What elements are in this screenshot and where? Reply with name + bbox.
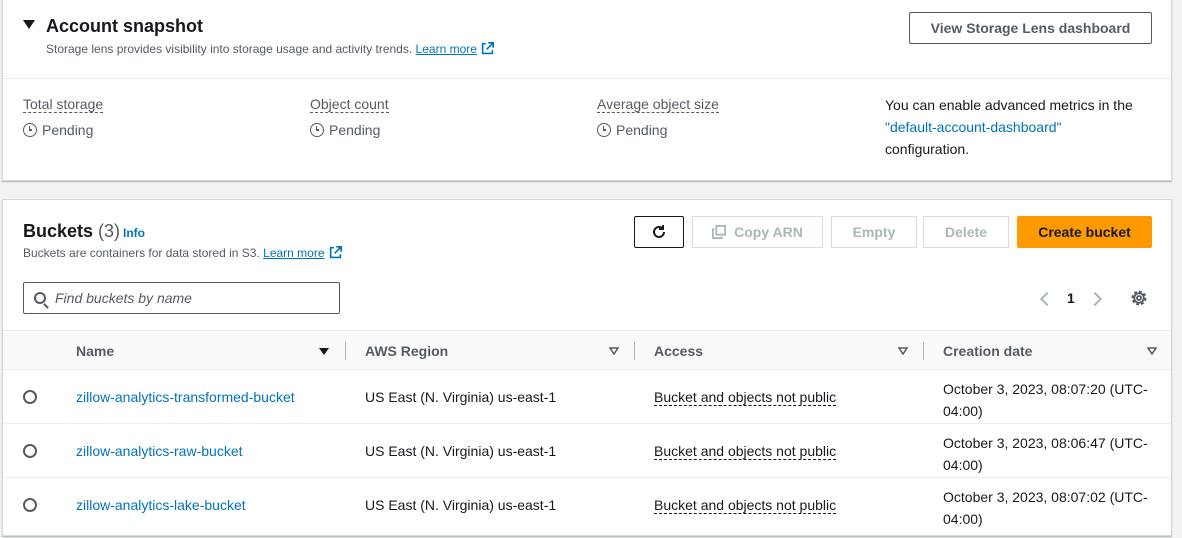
table-header: Name AWS Region Access Creation date (3, 330, 1171, 370)
bucket-creation-date: October 3, 2023, 08:06:47 (UTC- 04:00) (943, 432, 1158, 476)
metric-value: Pending (597, 122, 719, 138)
metric-value: Pending (310, 122, 389, 138)
empty-button[interactable]: Empty (831, 216, 917, 248)
metric-label[interactable]: Object count (310, 96, 389, 113)
column-header-creation-date[interactable]: Creation date (943, 343, 1032, 359)
external-link-icon[interactable] (481, 42, 494, 55)
metric-average-object-size: Average object size Pending (597, 96, 719, 138)
copy-icon (712, 225, 727, 239)
copy-arn-button[interactable]: Copy ARN (692, 216, 823, 248)
bucket-access[interactable]: Bucket and objects not public (654, 443, 837, 460)
pending-clock-icon (597, 123, 611, 137)
advanced-metrics-note: You can enable advanced metrics in the "… (885, 94, 1155, 160)
sort-icon[interactable] (898, 347, 908, 355)
advanced-metrics-prefix: You can enable advanced metrics in the (885, 97, 1133, 113)
buckets-title-text: Buckets (23, 221, 94, 241)
table-row: zillow-analytics-transformed-bucket US E… (3, 370, 1171, 424)
metric-total-storage: Total storage Pending (23, 96, 104, 138)
external-link-icon[interactable] (329, 246, 342, 259)
collapse-caret-icon[interactable] (23, 20, 35, 29)
row-select-radio[interactable] (23, 498, 37, 512)
account-snapshot-panel: Account snapshot Storage lens provides v… (2, 0, 1172, 181)
creation-date-line: October 3, 2023, 08:07:20 (UTC- (943, 381, 1148, 397)
row-select-radio[interactable] (23, 444, 37, 458)
metric-value: Pending (23, 122, 103, 138)
bucket-name-link[interactable]: zillow-analytics-transformed-bucket (76, 389, 295, 405)
metric-status: Pending (42, 122, 94, 138)
metric-status: Pending (616, 122, 668, 138)
metric-label[interactable]: Total storage (23, 96, 104, 113)
row-select-radio[interactable] (23, 390, 37, 404)
bucket-access[interactable]: Bucket and objects not public (654, 497, 837, 514)
refresh-icon (653, 225, 665, 238)
learn-more-link[interactable]: Learn more (416, 42, 477, 56)
creation-date-line: 04:00) (943, 403, 983, 419)
table-row: zillow-analytics-raw-bucket US East (N. … (3, 424, 1171, 478)
chevron-left-icon[interactable] (1039, 291, 1055, 307)
buckets-description-text: Buckets are containers for data stored i… (23, 246, 260, 260)
creation-date-line: October 3, 2023, 08:07:02 (UTC- (943, 489, 1148, 505)
delete-button[interactable]: Delete (923, 216, 1009, 248)
bucket-region: US East (N. Virginia) us-east-1 (365, 497, 557, 513)
current-page-number[interactable]: 1 (1067, 290, 1075, 306)
account-snapshot-header: Account snapshot Storage lens provides v… (3, 0, 1171, 79)
advanced-metrics-suffix: configuration. (885, 141, 970, 157)
copy-arn-label: Copy ARN (734, 224, 803, 240)
account-snapshot-description-text: Storage lens provides visibility into st… (46, 42, 413, 56)
metric-status: Pending (329, 122, 381, 138)
bucket-region: US East (N. Virginia) us-east-1 (365, 443, 557, 459)
buckets-description: Buckets are containers for data stored i… (23, 246, 342, 260)
gear-icon[interactable] (1130, 289, 1148, 307)
column-header-name[interactable]: Name (76, 343, 114, 359)
search-input[interactable] (55, 290, 325, 306)
bucket-creation-date: October 3, 2023, 08:07:20 (UTC- 04:00) (943, 378, 1158, 422)
column-divider[interactable] (634, 342, 635, 360)
bucket-name-link[interactable]: zillow-analytics-lake-bucket (76, 497, 246, 513)
bucket-creation-date: October 3, 2023, 08:07:02 (UTC- 04:00) (943, 486, 1158, 530)
create-bucket-button[interactable]: Create bucket (1017, 216, 1152, 248)
pending-clock-icon (23, 123, 37, 137)
search-icon (34, 292, 46, 304)
column-header-region[interactable]: AWS Region (365, 343, 448, 359)
metric-object-count: Object count Pending (310, 96, 389, 138)
sort-icon[interactable] (609, 347, 619, 355)
account-snapshot-description: Storage lens provides visibility into st… (46, 42, 494, 56)
pending-clock-icon (310, 123, 324, 137)
creation-date-line: 04:00) (943, 511, 983, 527)
find-buckets-search[interactable] (23, 282, 340, 314)
column-header-access[interactable]: Access (654, 343, 703, 359)
bucket-access[interactable]: Bucket and objects not public (654, 389, 837, 406)
info-link[interactable]: Info (123, 226, 145, 240)
buckets-panel: Buckets (3) Info Buckets are containers … (2, 199, 1172, 536)
creation-date-line: October 3, 2023, 08:06:47 (UTC- (943, 435, 1148, 451)
account-snapshot-title[interactable]: Account snapshot (46, 16, 203, 37)
buckets-title: Buckets (3) (23, 221, 120, 242)
column-divider[interactable] (923, 342, 924, 360)
default-account-dashboard-link[interactable]: "default-account-dashboard" (885, 119, 1062, 135)
chevron-right-icon[interactable] (1087, 291, 1103, 307)
refresh-button[interactable] (634, 216, 684, 248)
learn-more-link[interactable]: Learn more (263, 246, 324, 260)
table-row: zillow-analytics-lake-bucket US East (N.… (3, 478, 1171, 532)
view-storage-lens-dashboard-button[interactable]: View Storage Lens dashboard (909, 12, 1152, 44)
sort-descending-icon[interactable] (319, 348, 329, 355)
sort-icon[interactable] (1147, 347, 1157, 355)
bucket-name-link[interactable]: zillow-analytics-raw-bucket (76, 443, 243, 459)
column-divider[interactable] (345, 342, 346, 360)
creation-date-line: 04:00) (943, 457, 983, 473)
metric-label[interactable]: Average object size (597, 96, 719, 113)
bucket-region: US East (N. Virginia) us-east-1 (365, 389, 557, 405)
buckets-count: (3) (98, 221, 121, 241)
